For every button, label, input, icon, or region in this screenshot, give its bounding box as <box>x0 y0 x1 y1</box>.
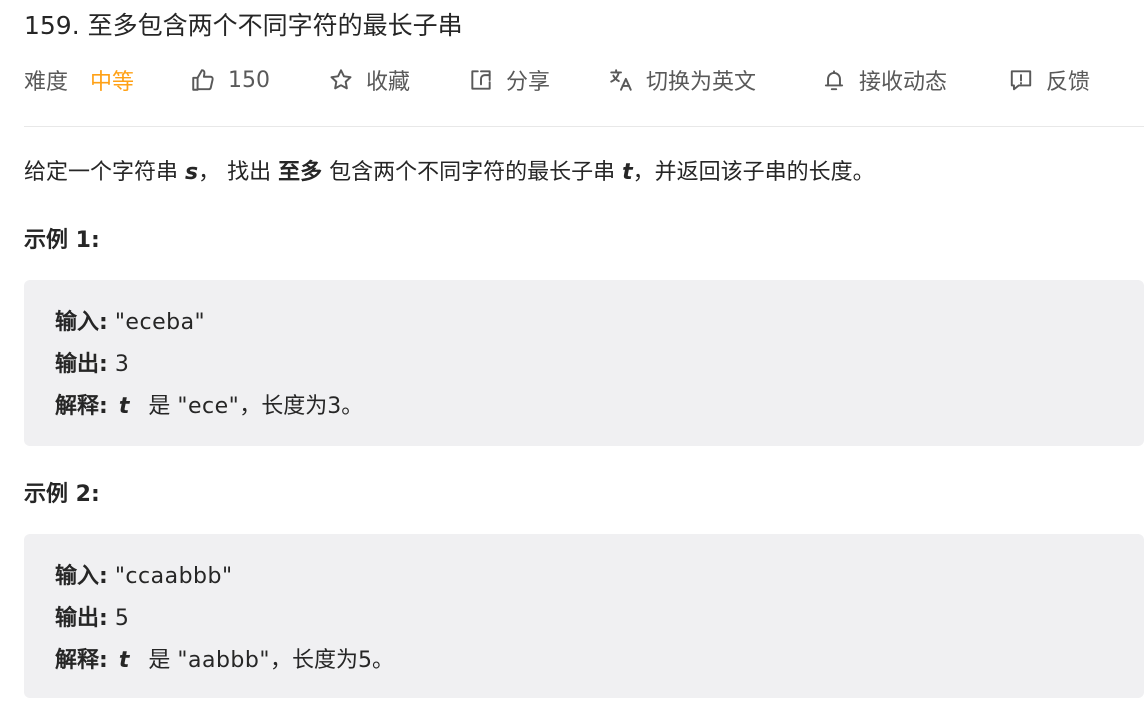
input-value: "eceba" <box>114 310 206 335</box>
explanation-is: 是 <box>148 648 171 673</box>
example-1-title: 示例 1: <box>24 228 100 253</box>
output-label: 输出: <box>55 352 108 377</box>
description-part4: ，并返回该子串的长度。 <box>632 160 875 185</box>
example-1-output: 输出: 3 <box>55 346 129 378</box>
example-2-output: 输出: 5 <box>55 600 129 632</box>
feedback-button[interactable]: 反馈 <box>1008 60 1090 100</box>
description-part1: 给定一个字符串 <box>24 160 185 185</box>
explanation-value: "aabbb" <box>177 648 270 673</box>
star-icon <box>328 67 366 93</box>
explanation-variable: t <box>118 648 130 673</box>
explanation-tail: ，长度为5。 <box>269 648 394 673</box>
variable-t: t <box>622 160 633 185</box>
output-label: 输出: <box>55 606 108 631</box>
description-part3: 包含两个不同字符的最长子串 <box>322 160 623 185</box>
divider <box>24 126 1144 127</box>
difficulty: 难度 中等 <box>24 60 134 100</box>
example-2-explanation: 解释: t 是 "aabbb"，长度为5。 <box>55 642 394 674</box>
example-1-box: 输入: "eceba" 输出: 3 解释: t 是 "ece"，长度为3。 <box>24 280 1144 446</box>
like-count: 150 <box>228 67 270 93</box>
translate-label: 切换为英文 <box>646 70 757 95</box>
share-icon <box>468 67 506 93</box>
example-1-explanation: 解释: t 是 "ece"，长度为3。 <box>55 388 363 420</box>
favorite-label: 收藏 <box>366 70 411 95</box>
description-text: 给定一个字符串 s， 找出 至多 包含两个不同字符的最长子串 t，并返回该子串的… <box>24 150 1144 196</box>
description-emphasis: 至多 <box>278 160 323 185</box>
feedback-label: 反馈 <box>1046 70 1091 95</box>
output-value: 5 <box>114 606 130 631</box>
notify-button[interactable]: 接收动态 <box>821 60 947 100</box>
example-2-title: 示例 2: <box>24 482 100 507</box>
favorite-button[interactable]: 收藏 <box>328 60 410 100</box>
example-1-input: 输入: "eceba" <box>55 304 205 336</box>
problem-meta-bar: 难度 中等 150 收藏 分享 切换为英文 接收动态 反馈 <box>24 60 1144 100</box>
problem-description: 给定一个字符串 s， 找出 至多 包含两个不同字符的最长子串 t，并返回该子串的… <box>24 150 1144 196</box>
example-2-box: 输入: "ccaabbb" 输出: 5 解释: t 是 "aabbb"，长度为5… <box>24 534 1144 698</box>
explanation-variable: t <box>118 394 130 419</box>
example-2-input: 输入: "ccaabbb" <box>55 558 233 590</box>
bell-icon <box>821 67 859 93</box>
translate-button[interactable]: 切换为英文 <box>608 60 756 100</box>
feedback-icon <box>1008 67 1046 93</box>
input-label: 输入: <box>55 310 108 335</box>
input-value: "ccaabbb" <box>114 564 233 589</box>
explanation-is: 是 <box>148 394 171 419</box>
description-part2: ， 找出 <box>198 160 279 185</box>
like-button[interactable]: 150 <box>190 60 270 100</box>
difficulty-label: 难度 <box>24 70 69 95</box>
explanation-tail: ，长度为3。 <box>239 394 364 419</box>
translate-icon <box>608 67 646 93</box>
share-label: 分享 <box>506 70 551 95</box>
problem-title: 159. 至多包含两个不同字符的最长子串 <box>24 11 463 40</box>
thumbs-up-icon <box>190 67 228 93</box>
notify-label: 接收动态 <box>859 70 948 95</box>
share-button[interactable]: 分享 <box>468 60 550 100</box>
explanation-label: 解释: <box>55 394 108 419</box>
output-value: 3 <box>114 352 130 377</box>
explanation-label: 解释: <box>55 648 108 673</box>
problem-page: 159. 至多包含两个不同字符的最长子串 难度 中等 150 收藏 分享 切换为… <box>24 0 1144 706</box>
difficulty-badge: 中等 <box>90 70 135 95</box>
variable-s: s <box>185 160 199 185</box>
input-label: 输入: <box>55 564 108 589</box>
explanation-value: "ece" <box>177 394 240 419</box>
